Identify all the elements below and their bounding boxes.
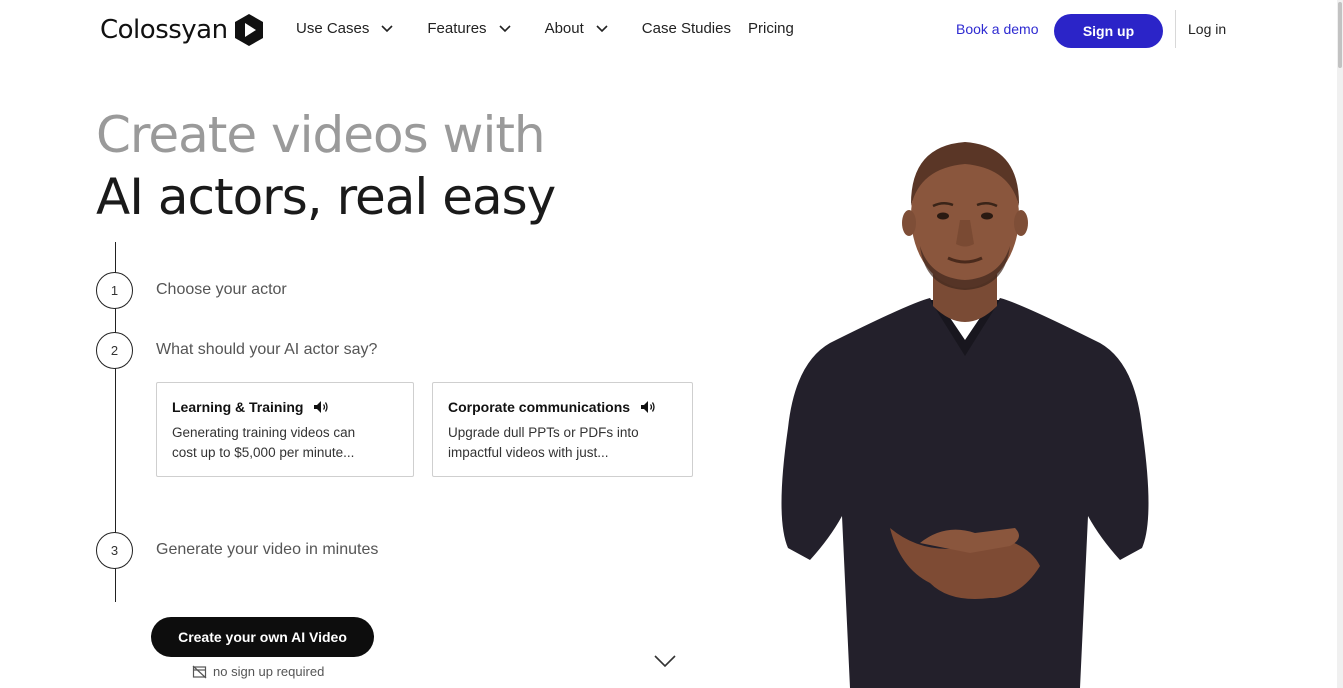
nav-case-studies[interactable]: Case Studies xyxy=(642,20,731,37)
nav-label: Use Cases xyxy=(296,20,370,37)
sign-up-button[interactable]: Sign up xyxy=(1054,14,1163,48)
chevron-down-icon xyxy=(381,24,393,32)
logo-play-icon xyxy=(234,14,263,46)
nav-about[interactable]: About xyxy=(545,20,608,37)
step-2-label[interactable]: What should your AI actor say? xyxy=(156,341,377,359)
main-nav: Use Cases Features About Case Studies Pr… xyxy=(296,20,811,37)
ai-actor-image xyxy=(781,142,1149,688)
logo[interactable]: Colossyan xyxy=(100,14,264,46)
nav-label: Pricing xyxy=(747,20,794,37)
scroll-down-chevron-icon[interactable] xyxy=(654,654,676,668)
nav-features[interactable]: Features xyxy=(427,20,511,37)
nav-use-cases[interactable]: Use Cases xyxy=(296,20,393,37)
card-desc-line: impactful videos with just... xyxy=(448,445,609,460)
card-desc-line: Upgrade dull PPTs or PDFs into xyxy=(448,425,639,440)
chevron-down-icon xyxy=(498,24,511,32)
script-card-learning[interactable]: Learning & Training Generating training … xyxy=(156,382,414,477)
step-3-label[interactable]: Generate your video in minutes xyxy=(156,541,378,559)
card-title: Corporate communications xyxy=(448,399,677,415)
no-signup-text: no sign up required xyxy=(213,664,325,679)
chevron-down-icon xyxy=(596,24,608,32)
book-demo-link[interactable]: Book a demo xyxy=(956,21,1039,37)
page-scrollbar[interactable] xyxy=(1337,0,1343,688)
logo-text: Colossyan xyxy=(100,15,228,45)
log-in-link[interactable]: Log in xyxy=(1188,21,1226,37)
card-desc-line: Generating training videos can xyxy=(172,425,356,440)
card-title-text: Corporate communications xyxy=(448,399,631,415)
card-title-text: Learning & Training xyxy=(172,399,304,415)
step-3-number: 3 xyxy=(96,532,133,569)
header-divider xyxy=(1175,10,1176,48)
step-1-label[interactable]: Choose your actor xyxy=(156,281,287,299)
hero-heading-line1: Create videos with xyxy=(96,106,546,164)
no-signup-note: no sign up required xyxy=(192,664,324,679)
nav-label: About xyxy=(544,20,584,37)
speaker-icon[interactable] xyxy=(313,400,329,414)
speaker-icon[interactable] xyxy=(640,400,656,414)
nav-label: Features xyxy=(427,20,487,37)
create-video-button[interactable]: Create your own AI Video xyxy=(151,617,374,657)
step-2-number: 2 xyxy=(96,332,133,369)
card-title: Learning & Training xyxy=(172,399,398,415)
script-card-corporate[interactable]: Corporate communications Upgrade dull PP… xyxy=(432,382,693,477)
card-desc-line: cost up to $5,000 per minute... xyxy=(172,445,355,460)
site-header: Colossyan Use Cases Features About Case … xyxy=(0,0,1343,60)
card-description: Upgrade dull PPTs or PDFs into impactful… xyxy=(448,423,677,463)
card-description: Generating training videos can cost up t… xyxy=(172,423,398,463)
hero-heading-line2: AI actors, real easy xyxy=(96,168,556,226)
no-card-icon xyxy=(192,665,207,678)
nav-label: Case Studies xyxy=(641,20,731,37)
step-1-number: 1 xyxy=(96,272,133,309)
scrollbar-thumb[interactable] xyxy=(1338,2,1342,68)
nav-pricing[interactable]: Pricing xyxy=(748,20,794,37)
